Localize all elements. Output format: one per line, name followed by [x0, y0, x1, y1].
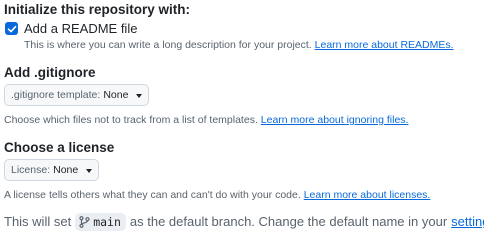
default-branch-name: main	[93, 215, 121, 229]
readme-checkbox-label[interactable]: Add a README file	[24, 21, 137, 37]
triangle-down-icon	[86, 168, 93, 173]
default-branch-suffix: as the default branch. Change the defaul…	[129, 214, 448, 229]
license-dropdown[interactable]: License: None	[4, 159, 100, 181]
gitignore-heading: Add .gitignore	[4, 65, 96, 80]
readme-description: This is where you can write a long descr…	[24, 39, 312, 51]
gitignore-dropdown-value: None	[103, 89, 129, 101]
gitignore-description: Choose which files not to track from a l…	[4, 114, 258, 126]
license-description: A license tells others what they can and…	[4, 189, 301, 201]
default-branch-prefix: This will set	[4, 214, 72, 229]
license-description-row: A license tells others what they can and…	[4, 189, 430, 202]
license-heading: Choose a license	[4, 140, 115, 155]
default-branch-note: This will set main as the default branch…	[4, 213, 484, 231]
check-icon	[7, 25, 16, 32]
license-dropdown-value: None	[53, 164, 79, 176]
gitignore-description-row: Choose which files not to track from a l…	[4, 114, 408, 127]
branch-chip: main	[75, 213, 126, 231]
gitignore-template-dropdown[interactable]: .gitignore template: None	[4, 84, 150, 106]
git-branch-icon	[79, 216, 90, 228]
readme-learn-more-link[interactable]: Learn more about READMEs.	[315, 39, 454, 51]
triangle-down-icon	[136, 93, 143, 98]
gitignore-learn-more-link[interactable]: Learn more about ignoring files.	[261, 114, 409, 126]
init-heading: Initialize this repository with:	[4, 2, 191, 17]
readme-description-row: This is where you can write a long descr…	[24, 39, 454, 52]
readme-checkbox[interactable]	[5, 22, 18, 35]
license-learn-more-link[interactable]: Learn more about licenses.	[304, 189, 431, 201]
settings-link[interactable]: settings	[451, 213, 484, 231]
license-dropdown-label: License:	[11, 164, 51, 176]
gitignore-dropdown-label: .gitignore template:	[11, 89, 101, 101]
